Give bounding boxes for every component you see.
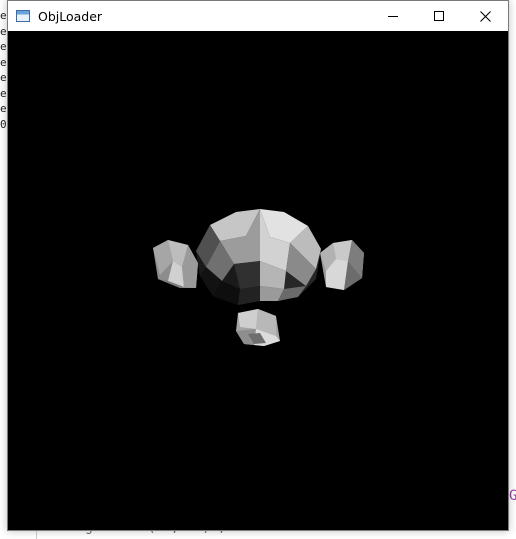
title-bar[interactable]: ObjLoader (8, 1, 508, 31)
close-icon (479, 10, 491, 22)
chin (236, 309, 280, 346)
monkey-head-model (153, 209, 364, 346)
editor-gutter-line (36, 530, 37, 539)
maximize-button[interactable] (416, 1, 462, 31)
minimize-button[interactable] (370, 1, 416, 31)
head-dome (196, 209, 321, 305)
maximize-icon (434, 11, 444, 21)
close-button[interactable] (462, 1, 508, 31)
render-viewport[interactable] (8, 31, 508, 530)
app-window-icon[interactable] (16, 10, 30, 22)
minimize-icon (388, 16, 398, 17)
objloader-window[interactable]: ObjLoader (7, 0, 509, 531)
left-ear (153, 240, 198, 288)
right-ear (320, 240, 364, 290)
editor-right-fragment: G (509, 488, 516, 504)
window-title: ObjLoader (38, 8, 103, 24)
